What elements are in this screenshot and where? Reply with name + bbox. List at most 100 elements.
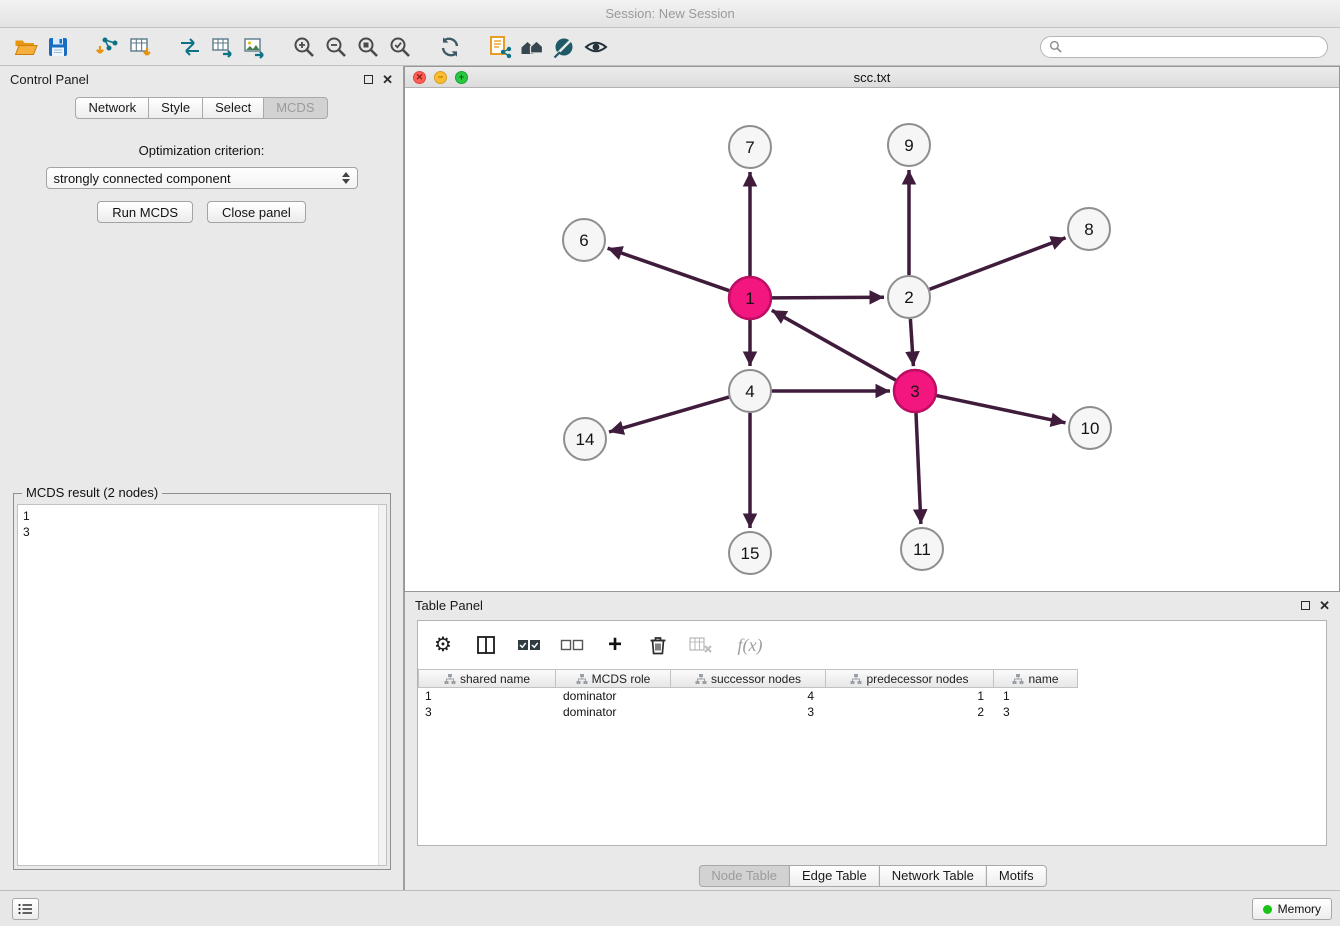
table-panel: Table Panel ✕ ⚙ [404,592,1340,890]
node-11[interactable]: 11 [901,528,943,570]
node-7[interactable]: 7 [729,126,771,168]
node-label: 3 [910,382,919,401]
edge-1-6[interactable] [608,248,730,291]
tab-edge-table[interactable]: Edge Table [789,865,880,887]
node-4[interactable]: 4 [729,370,771,412]
show-columns-button[interactable] [473,632,499,658]
optimization-criterion-label: Optimization criterion: [0,143,403,158]
zoom-fit-button[interactable] [352,32,384,62]
node-label: 8 [1084,220,1093,239]
criterion-dropdown[interactable]: strongly connected component [46,167,358,189]
style-button[interactable] [548,32,580,62]
zoom-selected-button[interactable] [384,32,416,62]
export-network-button[interactable] [174,32,206,62]
edge-4-14[interactable] [609,397,729,432]
memory-button[interactable]: Memory [1252,898,1332,920]
close-panel-icon[interactable]: ✕ [382,73,393,86]
column-header-predecessor-nodes[interactable]: predecessor nodes [826,669,994,688]
node-1[interactable]: 1 [729,277,771,319]
home-icon [519,34,545,60]
node-2[interactable]: 2 [888,276,930,318]
tab-style[interactable]: Style [148,97,203,119]
save-session-button[interactable] [42,32,74,62]
import-network-button[interactable] [92,32,124,62]
application-window: Session: New Session [0,0,1340,926]
float-window-icon[interactable] [1301,601,1310,610]
task-history-button[interactable] [12,898,39,920]
mcds-result-area[interactable]: 1 3 [17,504,387,866]
open-folder-icon [13,34,39,60]
node-14[interactable]: 14 [564,418,606,460]
control-panel-tabs: Network Style Select MCDS [0,97,403,119]
export-image-button[interactable] [238,32,270,62]
network-graph: 7 9 6 8 1 2 4 3 14 10 15 11 [405,88,1339,593]
network-canvas[interactable]: 7 9 6 8 1 2 4 3 14 10 15 11 [405,88,1339,591]
add-column-button[interactable]: + [602,632,628,658]
table-row[interactable]: 1dominator411 [418,688,1326,704]
column-header-label: shared name [460,672,530,686]
edge-3-10[interactable] [937,396,1066,423]
delete-table-button[interactable] [688,632,714,658]
table-row[interactable]: 3dominator323 [418,704,1326,720]
close-panel-button[interactable]: Close panel [207,201,306,223]
close-panel-icon[interactable]: ✕ [1319,599,1330,612]
tab-select[interactable]: Select [202,97,264,119]
tab-network[interactable]: Network [75,97,149,119]
refresh-view-button[interactable] [434,32,466,62]
deselect-all-icon [560,634,584,656]
home-button[interactable] [516,32,548,62]
node-3[interactable]: 3 [894,370,936,412]
zoom-out-button[interactable] [320,32,352,62]
control-panel: Control Panel ✕ Network Style Select MCD… [0,66,404,890]
function-builder-button[interactable]: f(x) [731,632,769,658]
float-window-icon[interactable] [364,75,373,84]
search-input[interactable] [1067,40,1319,54]
delete-table-icon [688,634,714,656]
fx-icon: f(x) [738,635,763,656]
node-8[interactable]: 8 [1068,208,1110,250]
network-window-titlebar[interactable]: ✕ − + scc.txt [405,67,1339,88]
result-scrollbar[interactable] [378,505,386,865]
export-table-button[interactable] [206,32,238,62]
table-toolbar: ⚙ [418,621,1326,669]
select-all-button[interactable] [516,632,542,658]
column-header-successor-nodes[interactable]: successor nodes [671,669,826,688]
clone-network-button[interactable] [484,32,516,62]
search-box[interactable] [1040,36,1328,58]
gear-icon: ⚙ [434,635,452,655]
delete-column-button[interactable] [645,632,671,658]
network-window-title: scc.txt [405,70,1339,85]
node-label: 11 [913,540,931,559]
table-cell: 3 [418,705,556,719]
edge-3-11[interactable] [916,413,921,524]
table-cell: 3 [994,705,1078,719]
export-network-icon [177,34,203,60]
node-10[interactable]: 10 [1069,407,1111,449]
open-session-button[interactable] [10,32,42,62]
import-table-button[interactable] [124,32,156,62]
node-label: 4 [745,382,754,401]
node-label: 2 [904,288,913,307]
edge-2-8[interactable] [930,238,1066,289]
column-header-MCDS-role[interactable]: MCDS role [556,669,671,688]
edge-3-1[interactable] [772,310,896,380]
node-9[interactable]: 9 [888,124,930,166]
node-6[interactable]: 6 [563,219,605,261]
tab-network-table[interactable]: Network Table [879,865,987,887]
tab-motifs[interactable]: Motifs [986,865,1047,887]
table-cell: 1 [826,689,994,703]
show-hide-button[interactable] [580,32,612,62]
table-tabs: Node Table Edge Table Network Table Moti… [698,865,1046,887]
zoom-in-button[interactable] [288,32,320,62]
table-settings-button[interactable]: ⚙ [430,632,456,658]
tab-node-table[interactable]: Node Table [698,865,790,887]
edge-2-3[interactable] [910,319,913,366]
table-header-row: shared name MCDS rolesuccessor nodesprede… [418,669,1326,688]
tab-mcds[interactable]: MCDS [263,97,327,119]
edge-1-2[interactable] [772,297,884,298]
deselect-all-button[interactable] [559,632,585,658]
column-header-name[interactable]: name [994,669,1078,688]
node-15[interactable]: 15 [729,532,771,574]
column-header-shared-name[interactable]: shared name [418,669,556,688]
run-mcds-button[interactable]: Run MCDS [97,201,193,223]
